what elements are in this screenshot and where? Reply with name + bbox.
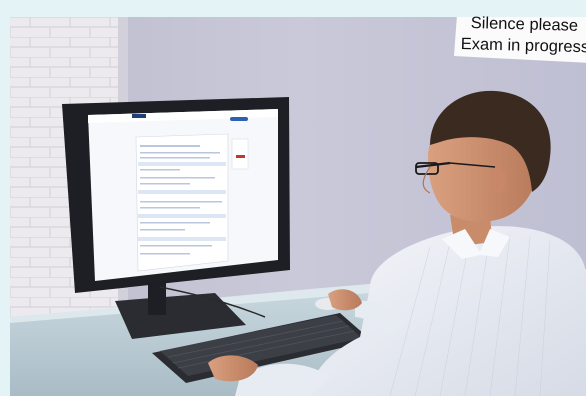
exam-photo <box>10 17 586 396</box>
sign-line-2: Exam in progress <box>460 35 586 57</box>
screen-side-card <box>231 138 249 170</box>
screen-logo <box>132 114 146 118</box>
ear <box>490 167 506 193</box>
photo-frame: Silence please Exam in progress <box>0 0 586 396</box>
sign-line-1: Silence please <box>470 14 579 35</box>
screen-timer <box>236 155 245 158</box>
exam-scene <box>10 17 586 396</box>
screen-button <box>230 117 248 121</box>
